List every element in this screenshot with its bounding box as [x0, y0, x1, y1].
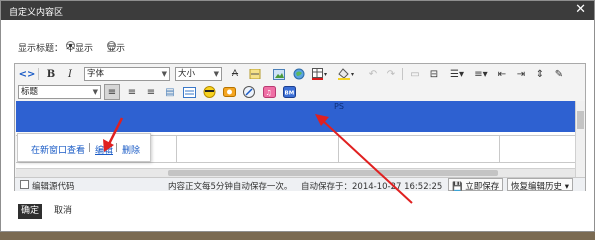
svg-text:♫: ♫	[265, 89, 271, 97]
table-cell-divider	[176, 136, 177, 163]
chevron-down-icon: ▼	[92, 88, 98, 96]
toolbar-row-2: 标题 ▼ ≡ ≡ ≡ ▤ ♫ BM	[15, 84, 585, 101]
compass-icon[interactable]	[241, 84, 257, 100]
block-label: PS	[334, 102, 344, 111]
menu-separator: |	[115, 143, 119, 153]
table-icon[interactable]: ▾	[311, 66, 331, 82]
outdent-icon[interactable]: ⇤	[494, 66, 510, 82]
vertical-scrollbar-thumb[interactable]	[577, 111, 584, 129]
font-family-value: 字体	[87, 69, 105, 79]
align-right-icon[interactable]: ≡	[143, 84, 159, 100]
font-size-select[interactable]: 大小 ▼	[175, 67, 222, 81]
bold-button[interactable]: B	[43, 66, 59, 82]
dialog-title: 自定义内容区	[9, 8, 64, 18]
highlight-color-icon[interactable]: ▾	[337, 66, 359, 82]
save-now-label: 立即保存	[465, 182, 500, 192]
horizontal-scrollbar[interactable]	[16, 168, 576, 177]
horizontal-rule-icon[interactable]	[247, 66, 263, 82]
save-now-button[interactable]: 💾 立即保存	[448, 178, 504, 192]
numbered-list-icon[interactable]: ≡▾	[471, 66, 491, 82]
spell-check-icon[interactable]: ✎	[551, 66, 567, 82]
media-icon[interactable]	[221, 84, 237, 100]
svg-text:▾: ▾	[351, 71, 354, 78]
open-new-window-link[interactable]: 在新窗口查看	[31, 143, 85, 156]
clear-format-icon[interactable]: ⊟	[426, 66, 442, 82]
line-height-icon[interactable]: ⇕	[532, 66, 548, 82]
edit-source-checkbox[interactable]	[20, 180, 29, 189]
save-icon: 💾	[452, 182, 463, 192]
radio-show-title[interactable]: 显示	[107, 41, 125, 54]
cancel-button[interactable]: 取消	[51, 204, 75, 219]
svg-text:▾: ▾	[324, 71, 327, 78]
editor-status-bar: 编辑源代码 内容正文每5分钟自动保存一次。 自动保存于：2014-10-27 1…	[15, 177, 585, 192]
align-center-icon[interactable]: ≡	[124, 84, 140, 100]
source-code-icon[interactable]: <>	[19, 66, 36, 82]
restore-history-label: 恢复编辑历史	[511, 182, 563, 192]
chevron-down-icon: ▾	[564, 182, 569, 192]
close-icon[interactable]: ✕	[575, 3, 586, 17]
insert-block-icon[interactable]: ▤	[162, 84, 178, 100]
strikethrough-icon[interactable]: A	[227, 66, 243, 82]
link-globe-icon[interactable]	[291, 66, 307, 82]
align-left-icon[interactable]: ≡	[104, 84, 120, 100]
edit-source-label: 编辑源代码	[32, 182, 75, 192]
paragraph-style-select[interactable]: 标题 ▼	[18, 85, 101, 99]
music-icon[interactable]: ♫	[261, 84, 277, 100]
delete-link[interactable]: 删除	[122, 143, 140, 156]
background-strip	[0, 232, 595, 240]
edit-link[interactable]: 编辑	[95, 143, 113, 156]
highlighted-block[interactable]: PS	[16, 101, 576, 132]
dialog-titlebar: 自定义内容区 ✕	[1, 1, 594, 20]
svg-text:BM: BM	[284, 91, 294, 97]
block-context-menu: 在新窗口查看 | 编辑 | 删除	[17, 133, 151, 162]
toolbar-divider	[402, 68, 403, 80]
toolbar-divider	[38, 68, 39, 80]
toolbar-row-1: <> B I 字体 ▼ 大小 ▼ A ▾ ▾ ↶ ↷ ▭ ⊟ ☰▾ ≡▾ ⇤ ⇥…	[15, 66, 585, 83]
autosave-note: 内容正文每5分钟自动保存一次。	[168, 182, 293, 192]
ok-button[interactable]: 确定	[18, 204, 42, 219]
indent-icon[interactable]: ⇥	[513, 66, 529, 82]
insert-list-block-icon[interactable]	[181, 84, 197, 100]
menu-separator: |	[88, 143, 92, 153]
rich-text-editor: <> B I 字体 ▼ 大小 ▼ A ▾ ▾ ↶ ↷ ▭ ⊟ ☰▾ ≡▾ ⇤ ⇥…	[14, 63, 586, 192]
chevron-down-icon: ▼	[161, 70, 167, 78]
bullet-list-icon[interactable]: ☰▾	[447, 66, 467, 82]
custom-content-dialog: 自定义内容区 ✕ 显示标题： 不显示 显示 <> B I 字体 ▼ 大小 ▼ A…	[0, 0, 595, 232]
show-title-label: 显示标题：	[18, 44, 64, 54]
autosave-time: 自动保存于：2014-10-27 16:52:25	[301, 182, 443, 192]
font-family-select[interactable]: 字体 ▼	[84, 67, 170, 81]
paragraph-style-value: 标题	[21, 87, 39, 97]
restore-history-dropdown[interactable]: 恢复编辑历史 ▾	[507, 178, 573, 192]
horizontal-scrollbar-thumb[interactable]	[168, 170, 498, 176]
radio-show-title-label: 显示	[107, 44, 126, 54]
emoticon-icon[interactable]	[201, 84, 217, 100]
table-cell-divider	[499, 136, 500, 163]
undo-icon[interactable]: ↶	[365, 66, 381, 82]
image-icon[interactable]	[271, 66, 287, 82]
radio-hide-title[interactable]: 不显示	[66, 41, 93, 54]
baidu-map-icon[interactable]: BM	[281, 84, 297, 100]
table-cell-divider	[338, 136, 339, 163]
redo-icon[interactable]: ↷	[383, 66, 399, 82]
font-size-value: 大小	[178, 69, 196, 79]
copy-format-icon[interactable]: ▭	[407, 66, 423, 82]
italic-button[interactable]: I	[62, 66, 78, 82]
radio-hide-title-label: 不显示	[66, 44, 94, 54]
chevron-down-icon: ▼	[213, 70, 219, 78]
vertical-scrollbar[interactable]	[575, 101, 585, 180]
